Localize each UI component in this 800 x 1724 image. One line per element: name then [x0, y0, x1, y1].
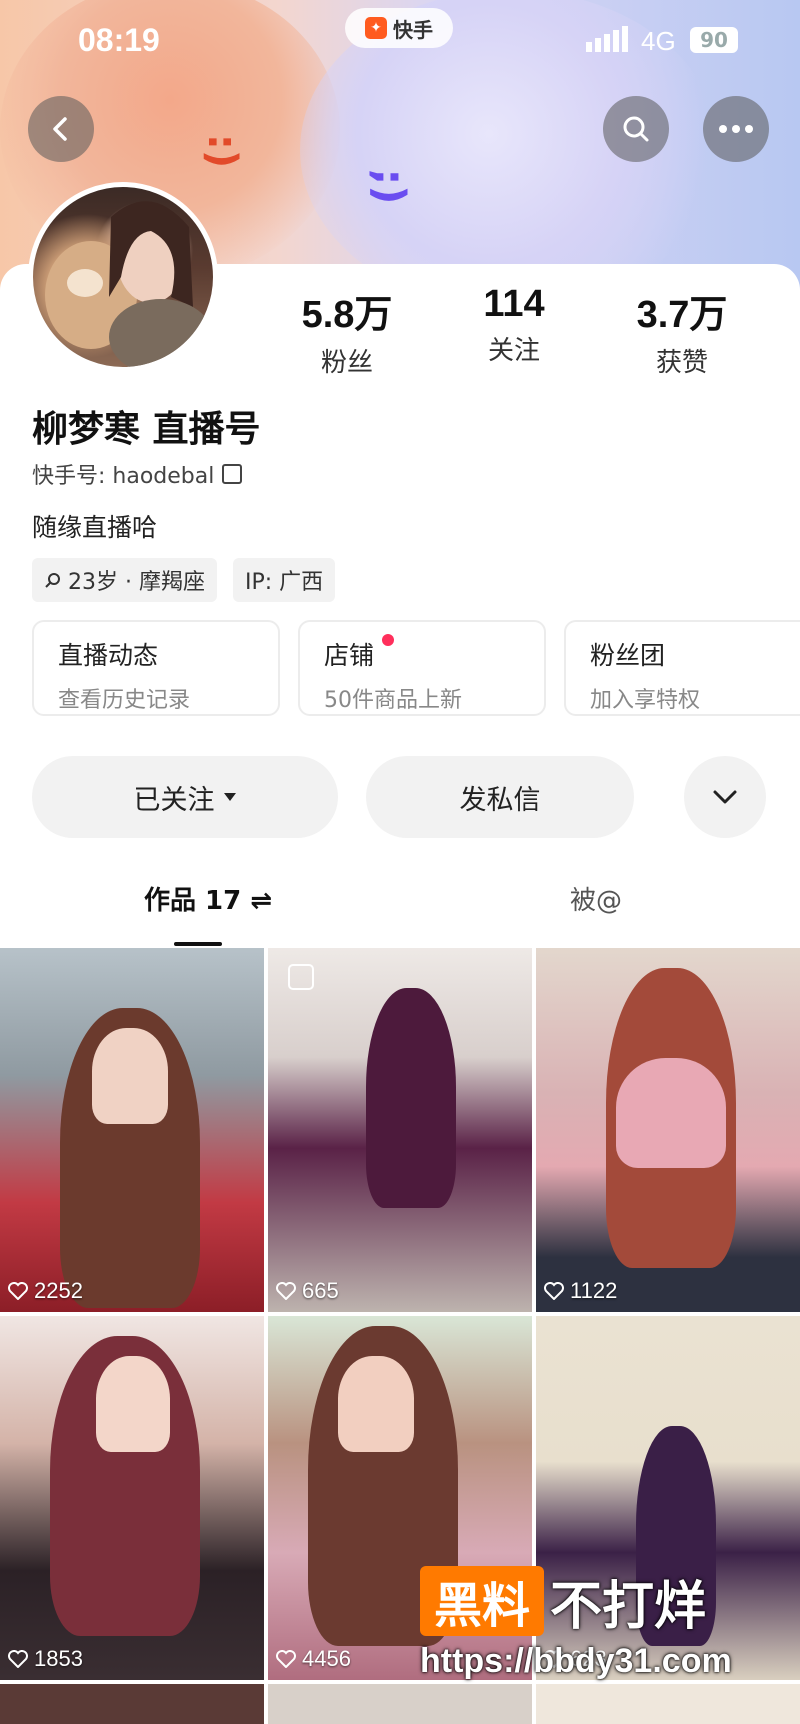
app-badge-label: 快手 [393, 17, 433, 42]
tab-mentioned[interactable]: 被@ [570, 880, 622, 917]
chevron-down-icon [713, 790, 737, 804]
likes-count: 665 [276, 1278, 339, 1304]
heart-icon [276, 1650, 296, 1668]
watermark-logo: 黑料 [420, 1566, 544, 1636]
tag-label: 23岁 · 摩羯座 [68, 570, 205, 595]
network-type: 4G [641, 26, 676, 56]
send-message-button[interactable]: 发私信 [366, 756, 634, 838]
card-title: 粉丝团 [590, 641, 666, 670]
wink-face-icon: ;) [365, 168, 415, 205]
stat-label: 关注 [487, 336, 540, 366]
profile-tags: 23岁 · 摩羯座 IP: 广西 [32, 558, 336, 602]
expand-button[interactable] [684, 756, 766, 838]
ip-location-tag: IP: 广西 [232, 558, 336, 602]
stat-value: 3.7万 [636, 294, 728, 336]
kuaishou-id: 快手号: haodebal [32, 464, 215, 489]
avatar[interactable] [28, 182, 218, 372]
watermark: 黑料 不打烊 https://bbdy31.com [420, 1566, 790, 1706]
caret-down-icon [223, 793, 236, 801]
new-badge-dot [382, 634, 394, 646]
stat-value: 5.8万 [301, 294, 393, 336]
content-tabs: 作品 17 ⇌ 被@ [0, 880, 800, 946]
age-zodiac-tag: 23岁 · 摩羯座 [32, 558, 217, 602]
heart-icon [8, 1650, 28, 1668]
send-message-label: 发私信 [459, 784, 541, 816]
watermark-url: https://bbdy31.com [420, 1642, 732, 1680]
profile-name: 柳梦寒 直播号 [32, 409, 261, 450]
search-button[interactable] [603, 96, 669, 162]
card-subtitle: 加入享特权 [590, 688, 701, 713]
stat-label: 粉丝 [320, 348, 373, 378]
signal-icon [586, 26, 628, 52]
chevron-left-icon [53, 117, 67, 141]
post-tile[interactable] [0, 1684, 264, 1724]
post-photo [366, 988, 456, 1208]
tag-label: IP: 广西 [244, 570, 324, 595]
card-title: 店铺 [324, 641, 375, 670]
ellipsis-icon [719, 125, 753, 133]
heart-icon [276, 1282, 296, 1300]
profile-actions: 已关注 发私信 [32, 756, 772, 838]
post-tile[interactable]: 1122 [536, 948, 800, 1312]
likes-value: 2252 [34, 1278, 83, 1303]
stat-label: 获赞 [655, 348, 708, 378]
likes-count: 1122 [544, 1278, 617, 1304]
kuaishou-id-row[interactable]: 快手号: haodebal [32, 458, 243, 490]
status-time: 08:19 [78, 22, 160, 58]
stat-following[interactable]: 114 关注 [434, 283, 594, 367]
heart-icon [544, 1282, 564, 1300]
post-photo-face [96, 1356, 170, 1452]
feature-cards: 直播动态 查看历史记录 店铺 50件商品上新 粉丝团 加入享特权 [32, 620, 800, 716]
app-badge: ✦ 快手 [345, 8, 453, 48]
stat-value: 114 [483, 283, 545, 325]
post-tile[interactable]: 665 [268, 948, 532, 1312]
watermark-text: 不打烊 [550, 1576, 707, 1637]
likes-count: 2252 [8, 1278, 83, 1304]
tab-works[interactable]: 作品 17 ⇌ [144, 880, 272, 917]
fan-club-card[interactable]: 粉丝团 加入享特权 [564, 620, 800, 716]
live-history-card[interactable]: 直播动态 查看历史记录 [32, 620, 280, 716]
likes-value: 1853 [34, 1646, 83, 1671]
avatar-photo [45, 201, 213, 367]
back-button[interactable] [28, 96, 94, 162]
card-title: 直播动态 [58, 641, 159, 670]
likes-count: 4456 [276, 1646, 351, 1672]
likes-value: 4456 [302, 1646, 351, 1671]
copy-icon[interactable] [222, 464, 243, 484]
battery-level: 90 [700, 28, 728, 52]
likes-count: 1853 [8, 1646, 83, 1672]
stat-likes[interactable]: 3.7万 获赞 [602, 283, 762, 379]
post-tile[interactable]: 1853 [0, 1316, 264, 1680]
active-tab-indicator [174, 942, 222, 946]
post-photo-face [338, 1356, 414, 1452]
card-subtitle: 50件商品上新 [324, 688, 462, 713]
search-small-icon [45, 573, 60, 588]
post-tile[interactable]: 2252 [0, 948, 264, 1312]
likes-value: 1122 [570, 1278, 618, 1303]
post-photo-top [616, 1058, 726, 1168]
followed-label: 已关注 [133, 784, 215, 816]
search-icon [623, 116, 649, 142]
battery-icon: 90 [690, 27, 738, 53]
more-options-button[interactable] [703, 96, 769, 162]
shop-card[interactable]: 店铺 50件商品上新 [298, 620, 546, 716]
heart-icon [8, 1282, 28, 1300]
profile-bio: 随缘直播哈 [32, 513, 158, 542]
smile-face-icon: :) [199, 133, 246, 169]
status-bar: 08:19 ✦ 快手 4G 90 [0, 0, 800, 80]
image-icon [288, 964, 314, 990]
stat-followers[interactable]: 5.8万 粉丝 [267, 283, 427, 379]
card-subtitle: 查看历史记录 [58, 688, 191, 713]
kuaishou-logo-icon: ✦ [365, 17, 387, 39]
post-photo-face [92, 1028, 168, 1124]
likes-value: 665 [302, 1278, 339, 1303]
followed-button[interactable]: 已关注 [32, 756, 338, 838]
